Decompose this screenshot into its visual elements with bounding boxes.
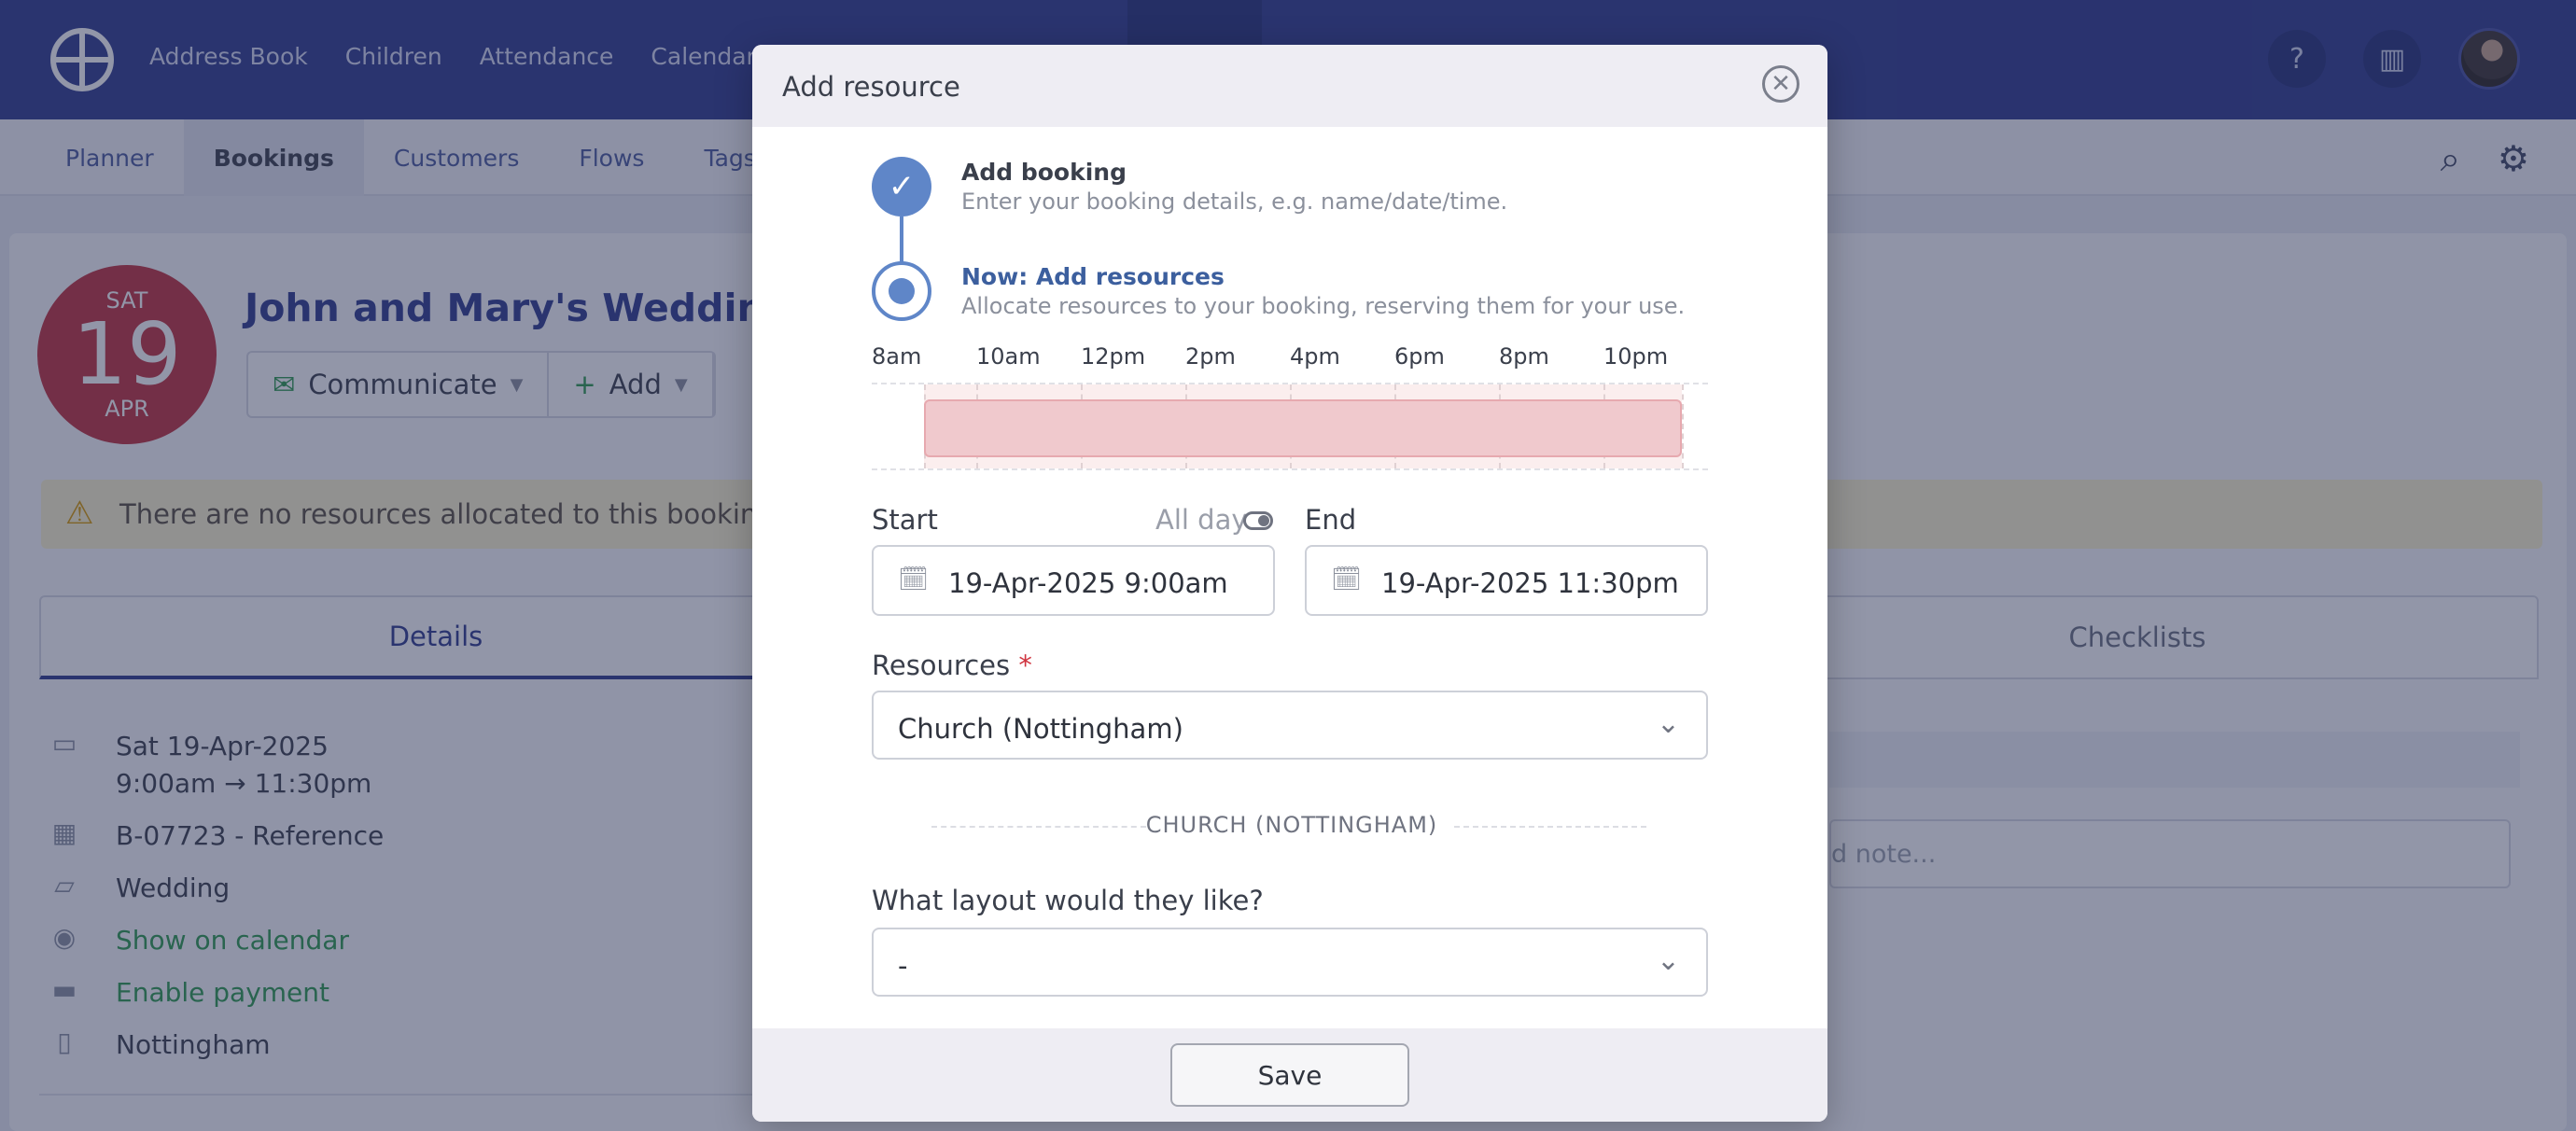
step-current-icon — [872, 261, 931, 321]
end-label: End — [1305, 504, 1357, 536]
calendar-clock-icon: 🗓 — [898, 566, 930, 593]
timeline-hour-label: 10am — [976, 343, 1041, 370]
timeline-hour-label: 8am — [872, 343, 922, 370]
booking-timeline — [872, 383, 1708, 470]
required-mark: * — [1018, 649, 1032, 681]
resources-label-text: Resources — [872, 649, 1011, 681]
add-resource-modal: Add resource ✕ ✓ Add booking Enter your … — [752, 45, 1827, 1122]
start-value: 19-Apr-2025 9:00am — [948, 567, 1228, 599]
resource-section-title: CHURCH (NOTTINGHAM) — [1145, 812, 1438, 838]
resources-select[interactable]: Church (Nottingham) ⌄ — [872, 691, 1708, 760]
timeline-hour-label: 10pm — [1603, 343, 1669, 370]
all-day-toggle[interactable] — [1243, 511, 1273, 530]
layout-select[interactable]: - ⌄ — [872, 928, 1708, 997]
modal-title: Add resource — [782, 71, 960, 103]
end-datetime-input[interactable]: 🗓 19-Apr-2025 11:30pm — [1305, 545, 1708, 616]
close-icon[interactable]: ✕ — [1762, 65, 1799, 103]
timeline-hour-label: 8pm — [1499, 343, 1549, 370]
timeline-hour-labels: 8am 10am 12pm 2pm 4pm 6pm 8pm 10pm — [872, 343, 1712, 377]
save-button[interactable]: Save — [1170, 1043, 1409, 1107]
timeline-hour-label: 6pm — [1394, 343, 1445, 370]
timeline-hour-label: 2pm — [1185, 343, 1236, 370]
resources-selected-value: Church (Nottingham) — [898, 713, 1183, 745]
step-complete-check-icon: ✓ — [872, 157, 931, 216]
step-1-description: Enter your booking details, e.g. name/da… — [961, 188, 1508, 215]
resource-section-header: CHURCH (NOTTINGHAM) — [872, 808, 1712, 845]
modal-footer: Save — [752, 1028, 1827, 1122]
end-value: 19-Apr-2025 11:30pm — [1381, 567, 1679, 599]
layout-selected-value: - — [898, 950, 908, 982]
step-2-title: Now: Add resources — [961, 263, 1225, 290]
start-label: Start — [872, 504, 938, 536]
start-datetime-input[interactable]: 🗓 19-Apr-2025 9:00am — [872, 545, 1275, 616]
timeline-gridline — [1682, 384, 1684, 468]
all-day-label: All day — [1155, 504, 1248, 536]
timeline-hour-label: 4pm — [1290, 343, 1340, 370]
resources-label: Resources * — [872, 649, 1032, 681]
timeline-booking-bar[interactable] — [924, 399, 1682, 457]
layout-question-label: What layout would they like? — [872, 885, 1264, 916]
step-1-title: Add booking — [961, 159, 1127, 186]
step-2-description: Allocate resources to your booking, rese… — [961, 293, 1686, 319]
calendar-clock-icon: 🗓 — [1331, 566, 1363, 593]
modal-header: Add resource ✕ — [752, 45, 1827, 127]
chevron-down-icon: ⌄ — [1656, 707, 1680, 740]
chevron-down-icon: ⌄ — [1656, 944, 1680, 977]
timeline-hour-label: 12pm — [1081, 343, 1146, 370]
